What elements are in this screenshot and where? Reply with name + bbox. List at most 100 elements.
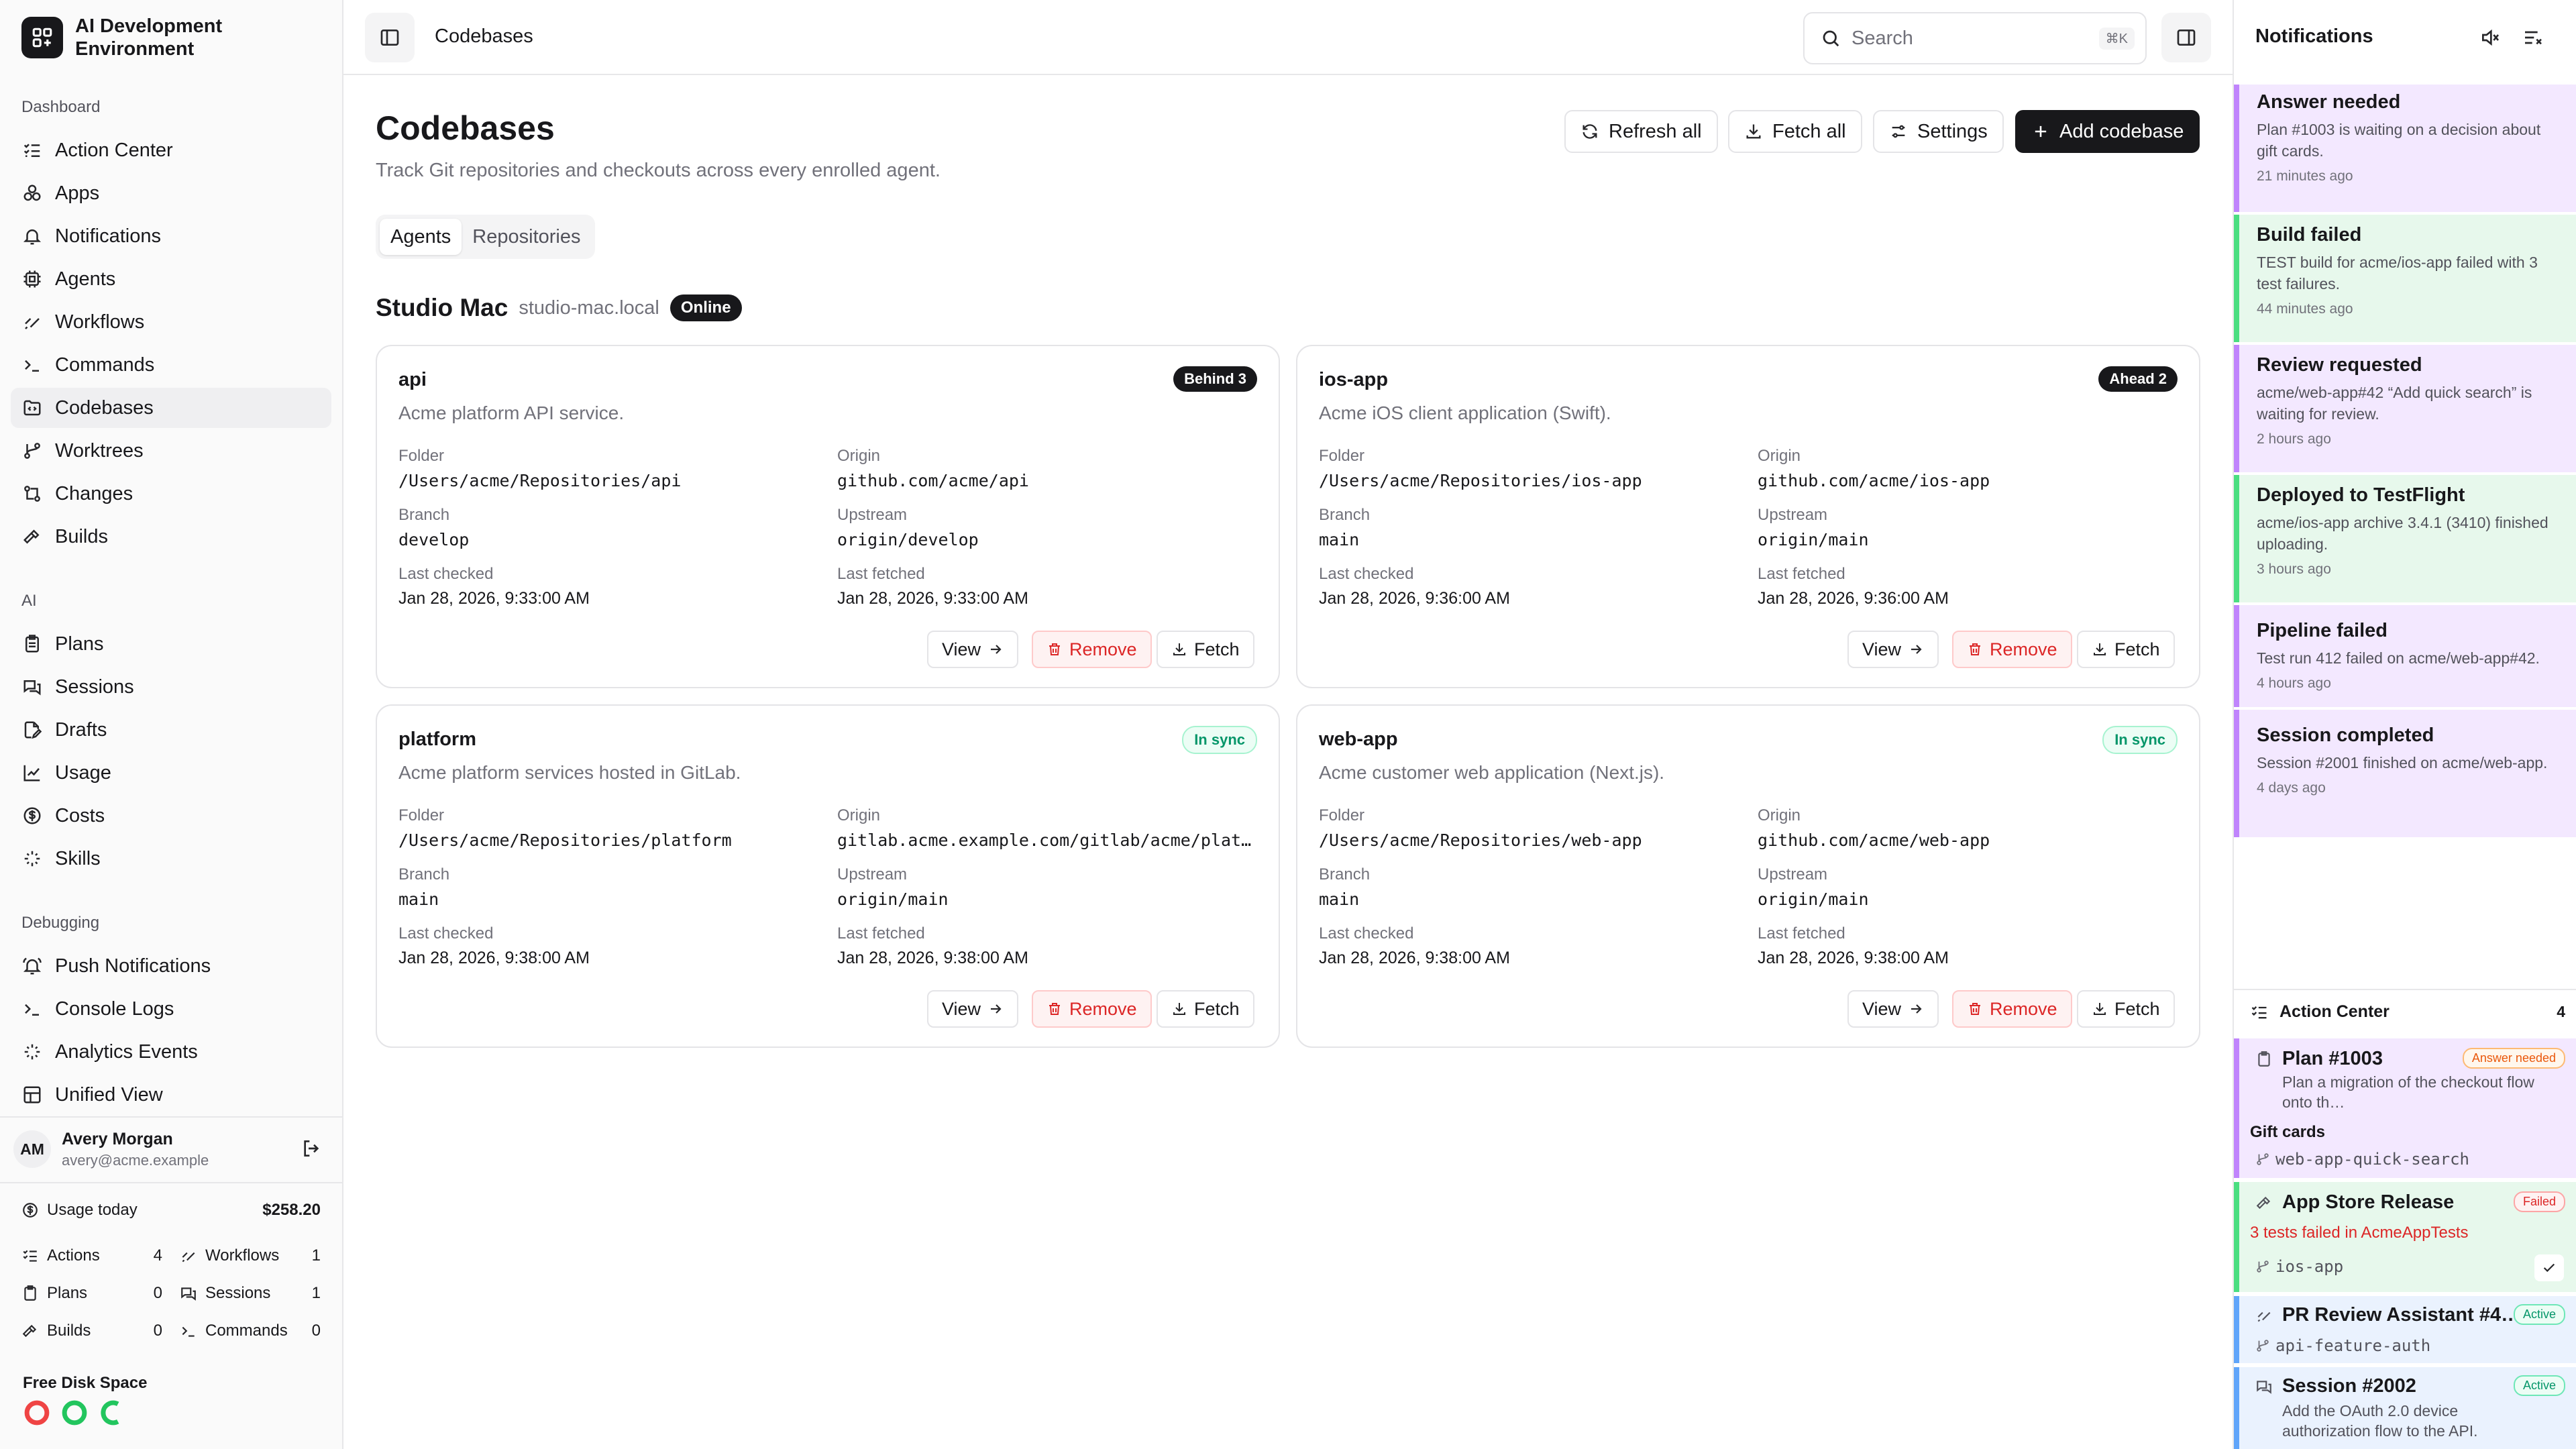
toggle-sidebar-button[interactable] xyxy=(365,13,415,62)
user-profile[interactable]: AM Avery Morgan avery@acme.example xyxy=(13,1126,329,1173)
search-box[interactable]: ⌘K xyxy=(1803,12,2147,64)
notification-item[interactable]: Deployed to TestFlight acme/ios-app arch… xyxy=(2234,475,2576,602)
notification-item[interactable]: Build failed TEST build for acme/ios-app… xyxy=(2234,215,2576,342)
field-value: Jan 28, 2026, 9:38:00 AM xyxy=(398,949,590,967)
logout-icon[interactable] xyxy=(301,1138,322,1159)
action-item[interactable]: Plan #1003 Answer needed Plan a migratio… xyxy=(2234,1038,2576,1178)
stat-builds[interactable]: Builds 0 xyxy=(21,1322,162,1340)
action-center-header[interactable]: Action Center 4 xyxy=(2250,1002,2565,1022)
sidebar-item-usage[interactable]: Usage xyxy=(11,753,331,793)
stat-workflows[interactable]: Workflows 1 xyxy=(180,1246,321,1265)
app-logo-icon xyxy=(21,17,63,58)
sidebar-item-costs[interactable]: Costs xyxy=(11,796,331,836)
view-button[interactable]: View xyxy=(1847,631,1939,668)
download-icon xyxy=(1171,1001,1187,1017)
field-origin: Origin github.com/acme/ios-app xyxy=(1758,447,2174,490)
stat-actions[interactable]: Actions 4 xyxy=(21,1246,162,1265)
sidebar-item-plans[interactable]: Plans xyxy=(11,624,331,664)
stat-sessions[interactable]: Sessions 1 xyxy=(180,1284,321,1303)
disk-space-label: Free Disk Space xyxy=(23,1374,148,1392)
sidebar-item-label: Changes xyxy=(55,482,133,504)
settings-button[interactable]: Settings xyxy=(1873,110,2004,153)
field-upstream: Upstream origin/main xyxy=(1758,865,2174,909)
git-compare-icon xyxy=(21,483,43,504)
notification-item[interactable]: Answer needed Plan #1003 is waiting on a… xyxy=(2234,85,2576,212)
stat-plans[interactable]: Plans 0 xyxy=(21,1284,162,1303)
clear-all-icon[interactable] xyxy=(2522,27,2544,48)
sidebar-item-unified-view[interactable]: Unified View xyxy=(11,1075,331,1115)
breadcrumb: Codebases xyxy=(435,25,533,47)
sidebar-item-push-notifications[interactable]: Push Notifications xyxy=(11,946,331,986)
remove-button[interactable]: Remove xyxy=(1952,990,2072,1028)
sidebar-item-skills[interactable]: Skills xyxy=(11,839,331,879)
agent-header: Studio Mac studio-mac.local Online xyxy=(376,294,742,322)
notification-item[interactable]: Pipeline failed Test run 412 failed on a… xyxy=(2234,605,2576,707)
fetch-button[interactable]: Fetch xyxy=(1157,631,1254,668)
notification-title: Review requested xyxy=(2257,354,2422,376)
usage-today[interactable]: Usage today $258.20 xyxy=(21,1201,321,1220)
sidebar-item-apps[interactable]: Apps xyxy=(11,173,331,213)
sidebar-item-sessions[interactable]: Sessions xyxy=(11,667,331,707)
sidebar-item-label: Plans xyxy=(55,633,104,655)
sidebar-item-agents[interactable]: Agents xyxy=(11,259,331,299)
action-item[interactable]: Session #2002 Active Add the OAuth 2.0 d… xyxy=(2234,1367,2576,1449)
field-last-checked: Last checked Jan 28, 2026, 9:38:00 AM xyxy=(398,924,814,968)
field-value: Jan 28, 2026, 9:38:00 AM xyxy=(837,949,1028,967)
toggle-right-panel-button[interactable] xyxy=(2161,13,2211,62)
stat-value: 1 xyxy=(311,1284,321,1302)
fetch-all-button[interactable]: Fetch all xyxy=(1728,110,1862,153)
field-value: main xyxy=(1319,890,1360,909)
notification-item[interactable]: Review requested acme/web-app#42 “Add qu… xyxy=(2234,345,2576,472)
sidebar-item-commands[interactable]: Commands xyxy=(11,345,331,385)
fetch-label: Fetch xyxy=(1194,998,1240,1019)
sidebar-item-label: Analytics Events xyxy=(55,1040,198,1063)
field-label: Last checked xyxy=(1319,565,1414,583)
action-item[interactable]: PR Review Assistant #4… Active api-featu… xyxy=(2234,1296,2576,1363)
stat-label: Plans xyxy=(47,1284,88,1302)
field-branch: Branch main xyxy=(1319,865,1735,909)
view-label: View xyxy=(942,998,981,1019)
codebase-description: Acme customer web application (Next.js). xyxy=(1319,762,1665,783)
sidebar-item-changes[interactable]: Changes xyxy=(11,474,331,514)
remove-button[interactable]: Remove xyxy=(1952,631,2072,668)
sidebar-item-worktrees[interactable]: Worktrees xyxy=(11,431,331,471)
remove-button[interactable]: Remove xyxy=(1032,990,1152,1028)
sidebar-item-analytics-events[interactable]: Analytics Events xyxy=(11,1032,331,1072)
sidebar-item-console-logs[interactable]: Console Logs xyxy=(11,989,331,1029)
field-label: Origin xyxy=(837,447,881,465)
stat-commands[interactable]: Commands 0 xyxy=(180,1322,321,1340)
sidebar-item-drafts[interactable]: Drafts xyxy=(11,710,331,750)
stat-value: 0 xyxy=(311,1322,321,1340)
sidebar-item-action-center[interactable]: Action Center xyxy=(11,130,331,170)
fetch-label: Fetch xyxy=(1194,639,1240,659)
fetch-button[interactable]: Fetch xyxy=(2077,631,2175,668)
view-button[interactable]: View xyxy=(927,631,1019,668)
tab-agents[interactable]: Agents xyxy=(380,219,462,255)
sidebar-item-builds[interactable]: Builds xyxy=(11,517,331,557)
refresh-all-button[interactable]: Refresh all xyxy=(1564,110,1718,153)
view-button[interactable]: View xyxy=(1847,990,1939,1028)
sidebar-item-notifications[interactable]: Notifications xyxy=(11,216,331,256)
sidebar-item-label: Action Center xyxy=(55,139,173,161)
acknowledge-button[interactable] xyxy=(2534,1254,2564,1281)
action-item[interactable]: App Store Release Failed 3 tests failed … xyxy=(2234,1182,2576,1292)
disk-space-gauges[interactable] xyxy=(23,1399,126,1427)
notification-item[interactable]: Session completed Session #2001 finished… xyxy=(2234,710,2576,837)
field-value: origin/main xyxy=(837,890,949,909)
codebase-description: Acme platform services hosted in GitLab. xyxy=(398,762,741,783)
tab-repositories[interactable]: Repositories xyxy=(462,219,591,255)
search-input[interactable] xyxy=(1851,27,2080,50)
app-brand[interactable]: AI Development Environment xyxy=(21,15,250,60)
view-button[interactable]: View xyxy=(927,990,1019,1028)
remove-button[interactable]: Remove xyxy=(1032,631,1152,668)
add-codebase-button[interactable]: Add codebase xyxy=(2015,110,2200,153)
sidebar-item-workflows[interactable]: Workflows xyxy=(11,302,331,342)
stat-value: 1 xyxy=(311,1246,321,1265)
sync-status-badge: In sync xyxy=(1182,726,1257,754)
sidebar-item-codebases[interactable]: Codebases xyxy=(11,388,331,428)
fetch-button[interactable]: Fetch xyxy=(2077,990,2175,1028)
fetch-button[interactable]: Fetch xyxy=(1157,990,1254,1028)
codebase-card-api: api Behind 3 Acme platform API service. … xyxy=(376,345,1280,688)
mute-icon[interactable] xyxy=(2479,27,2501,48)
codebase-card-web-app: web-app In sync Acme customer web applic… xyxy=(1296,704,2200,1048)
